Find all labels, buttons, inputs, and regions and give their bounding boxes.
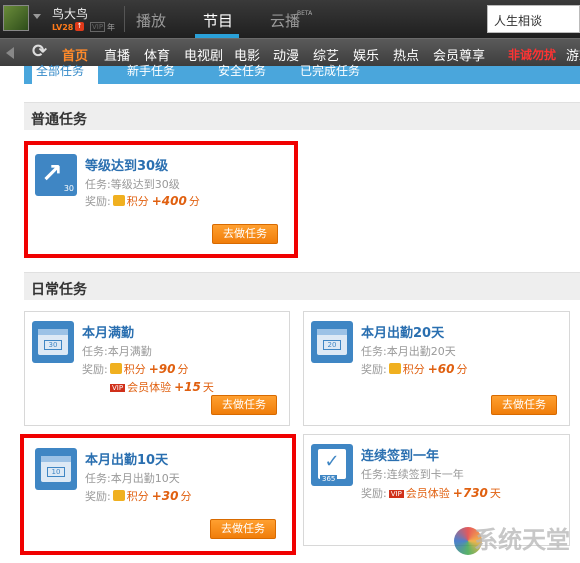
task-title: 本月满勤 [82, 326, 135, 341]
section-normal-tasks: 普通任务 [24, 102, 580, 130]
calendar-icon: 20 [311, 321, 353, 363]
avatar[interactable] [3, 5, 29, 31]
coin-icon [109, 363, 122, 374]
reward-row: VIP 会员体验 +15 天 [110, 380, 214, 394]
task-desc: 任务:等级达到30级 [85, 178, 180, 191]
coin-icon [112, 490, 125, 501]
nav-item-games[interactable]: 游戏 [566, 45, 580, 64]
task-desc: 任务:本月出勤20天 [361, 345, 456, 358]
nav-item-live[interactable]: 直播 [104, 45, 130, 64]
refresh-icon[interactable]: ⟳ [32, 42, 47, 62]
reward-row: 奖励: 积分 +400 分 [85, 194, 200, 208]
back-icon[interactable] [6, 47, 14, 59]
go-task-button[interactable]: 去做任务 [210, 519, 276, 539]
tab-security-tasks[interactable]: 安全任务 [218, 65, 266, 84]
tab-all-tasks[interactable]: 全部任务 [32, 65, 98, 84]
tab-programs[interactable]: 节目 [203, 10, 233, 31]
nav-item-anime[interactable]: 动漫 [273, 45, 299, 64]
task-card-full-month: 30 本月满勤 任务:本月满勤 奖励: 积分 +90 分 VIP 会员体验 +15 天 去做… [24, 311, 290, 426]
reward-row: 奖励: 积分 +90 分 [82, 362, 189, 376]
task-card-10-days: 10 本月出勤10天 任务:本月出勤10天 奖励: 积分 +30 分 去做任务 [20, 434, 296, 555]
vip-badge[interactable]: VIP [90, 22, 106, 32]
nav-item-entertainment[interactable]: 娱乐 [353, 45, 379, 64]
chevron-down-icon[interactable] [33, 14, 41, 19]
username[interactable]: 鸟大鸟 [52, 5, 88, 22]
search-input[interactable]: 人生相谈 [487, 5, 580, 33]
reward-row: 奖励: 积分 +60 分 [361, 362, 468, 376]
level-badge: LV28 [52, 23, 74, 32]
coin-icon [388, 363, 401, 374]
go-task-button[interactable]: 去做任务 [491, 395, 557, 415]
nav-item-vip[interactable]: 会员尊享 [433, 45, 485, 64]
vip-icon: VIP [110, 384, 126, 392]
beta-badge: BETA [297, 10, 313, 17]
task-card-20-days: 20 本月出勤20天 任务:本月出勤20天 奖励: 积分 +60 分 去做任务 [303, 311, 570, 426]
divider [124, 6, 125, 32]
calendar-icon: 10 [35, 448, 77, 490]
reward-row: 奖励: VIP 会员体验 +730 天 [361, 486, 501, 500]
section-daily-tasks: 日常任务 [24, 272, 580, 300]
nav-item-tv[interactable]: 电视剧 [184, 45, 223, 64]
task-content: 全部任务 新手任务 安全任务 已完成任务 普通任务 ↗ 30 等级达到30级 任… [0, 65, 580, 563]
nav-item-variety[interactable]: 综艺 [313, 45, 339, 64]
calendar-icon: 30 [32, 321, 74, 363]
nav-bar: ⟳ 首页 直播 体育 电视剧 电影 动漫 综艺 娱乐 热点 会员尊享 非诚勿扰 … [0, 38, 580, 66]
task-desc: 任务:连续签到卡一年 [361, 468, 464, 481]
checkin-icon: ✓ 365 [311, 444, 353, 486]
task-tab-bar: 全部任务 新手任务 安全任务 已完成任务 [24, 65, 580, 84]
level-up-icon: ↑ [75, 22, 84, 31]
tab-newbie-tasks[interactable]: 新手任务 [127, 65, 175, 84]
nav-item-sports[interactable]: 体育 [144, 45, 170, 64]
nav-item-home[interactable]: 首页 [62, 45, 88, 64]
reward-row: 奖励: 积分 +30 分 [85, 489, 192, 503]
task-title: 本月出勤10天 [85, 453, 169, 468]
nav-item-hot[interactable]: 热点 [393, 45, 419, 64]
tab-play[interactable]: 播放 [136, 10, 166, 31]
task-card-level30: ↗ 30 等级达到30级 任务:等级达到30级 奖励: 积分 +400 分 去做任务 [24, 141, 298, 258]
coin-icon [112, 195, 125, 206]
task-desc: 任务:本月出勤10天 [85, 472, 180, 485]
task-desc: 任务:本月满勤 [82, 345, 152, 358]
tab-cloud[interactable]: 云播 [270, 10, 300, 31]
task-title: 连续签到一年 [361, 449, 440, 464]
nav-item-movies[interactable]: 电影 [234, 45, 260, 64]
watermark-logo: 系统天堂 [446, 505, 576, 561]
tab-completed-tasks[interactable]: 已完成任务 [300, 65, 360, 84]
nav-item-promo[interactable]: 非诚勿扰 [508, 46, 556, 63]
go-task-button[interactable]: 去做任务 [211, 395, 277, 415]
task-title: 等级达到30级 [85, 159, 169, 174]
vip-year-label: 年 [107, 23, 115, 32]
trend-up-icon: ↗ 30 [35, 154, 77, 196]
vip-icon: VIP [388, 490, 404, 498]
top-bar: 鸟大鸟 LV28 ↑ VIP 年 播放 节目 云播 BETA 人生相谈 [0, 0, 580, 38]
task-title: 本月出勤20天 [361, 326, 445, 341]
go-task-button[interactable]: 去做任务 [212, 224, 278, 244]
